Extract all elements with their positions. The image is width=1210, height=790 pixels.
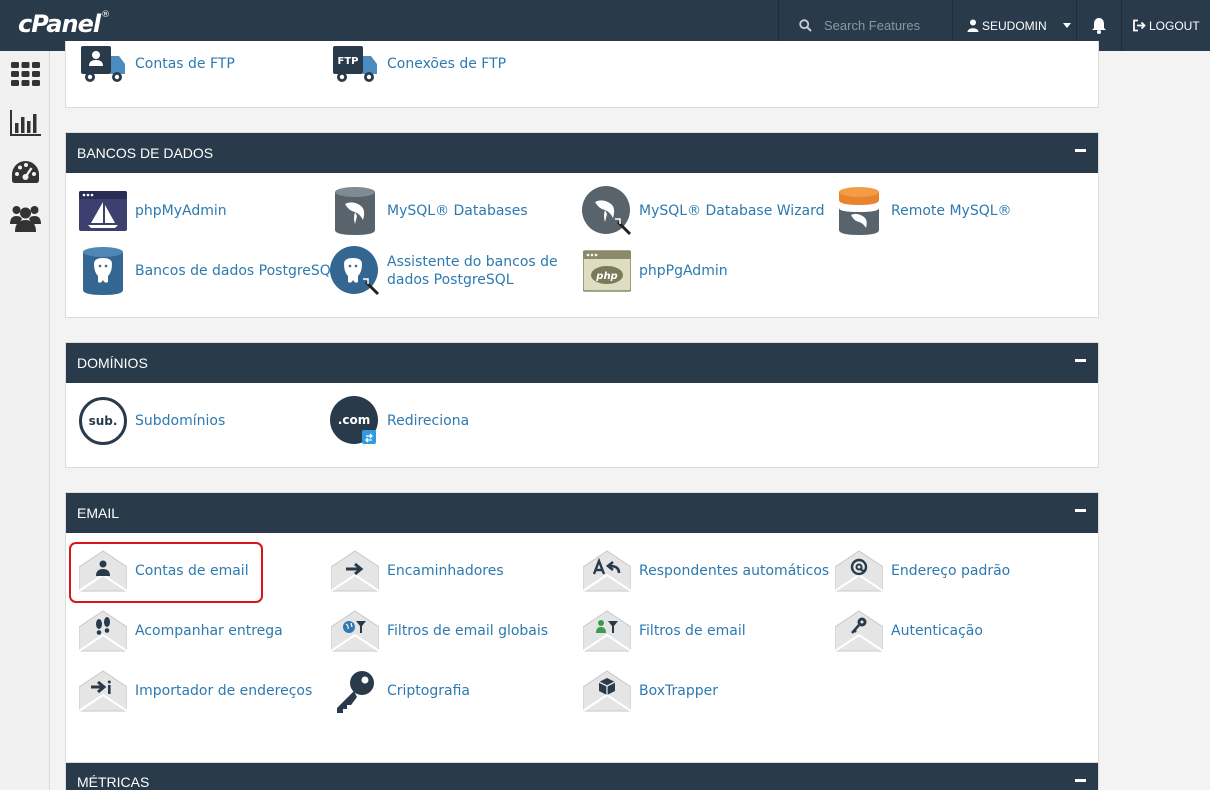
email-filters-icon — [582, 606, 632, 656]
user-icon — [967, 19, 979, 32]
address-importer-icon — [78, 666, 128, 716]
feature-subdomains[interactable]: sub. Subdomínios — [78, 396, 225, 446]
bell-icon — [1092, 18, 1106, 34]
mysql-wizard-icon — [582, 186, 632, 236]
phppgadmin-icon: php — [582, 246, 632, 296]
feature-autoresponders[interactable]: Respondentes automáticos — [582, 546, 829, 596]
cpanel-logo[interactable]: cPanel® — [18, 10, 110, 38]
feature-global-email-filters[interactable]: Filtros de email globais — [330, 606, 548, 656]
feature-phpmyadmin[interactable]: phpMyAdmin — [78, 186, 227, 236]
collapse-icon[interactable] — [1075, 359, 1086, 362]
section-files: Contas de FTP FTP Conexões de FTP — [65, 41, 1099, 108]
svg-text:php: php — [595, 271, 617, 282]
feature-address-importer[interactable]: Importador de endereços — [78, 666, 312, 716]
users-icon — [9, 206, 41, 232]
feature-mysql-databases[interactable]: MySQL® Databases — [330, 186, 528, 236]
authentication-icon — [834, 606, 884, 656]
svg-text:.com: .com — [338, 413, 370, 427]
feature-postgresql-databases[interactable]: Bancos de dados PostgreSQL — [78, 246, 339, 296]
sidebar-dashboard-button[interactable] — [9, 157, 41, 187]
autoresponders-icon — [582, 546, 632, 596]
bar-chart-icon — [9, 110, 41, 136]
search-icon — [799, 19, 812, 32]
email-accounts-icon — [78, 546, 128, 596]
track-delivery-icon — [78, 606, 128, 656]
subdomains-icon: sub. — [78, 396, 128, 446]
feature-default-address[interactable]: Endereço padrão — [834, 546, 1010, 596]
search-input[interactable] — [824, 18, 944, 33]
feature-redirects[interactable]: .com Redireciona — [330, 396, 469, 446]
section-domains: DOMÍNIOS sub. Subdomínios .com Redirecio… — [65, 342, 1099, 468]
sidebar-home-button[interactable] — [9, 59, 41, 89]
speedometer-icon — [11, 161, 39, 183]
default-address-icon — [834, 546, 884, 596]
ftp-accounts-icon — [78, 39, 128, 89]
redirects-icon: .com — [330, 396, 380, 446]
feature-encryption[interactable]: Criptografia — [330, 666, 470, 716]
section-header-email[interactable]: EMAIL — [66, 493, 1098, 533]
key-icon — [330, 666, 380, 716]
feature-ftp-connections[interactable]: FTP Conexões de FTP — [330, 39, 506, 89]
sidebar — [0, 51, 50, 790]
section-header-domains[interactable]: DOMÍNIOS — [66, 343, 1098, 383]
ftp-connections-icon: FTP — [330, 39, 380, 89]
username: SEUDOMIN — [982, 18, 1047, 33]
svg-text:FTP: FTP — [338, 56, 359, 67]
postgresql-databases-icon — [78, 246, 128, 296]
svg-text:sub.: sub. — [89, 414, 118, 428]
global-email-filters-icon — [330, 606, 380, 656]
section-header-databases[interactable]: BANCOS DE DADOS — [66, 133, 1098, 173]
collapse-icon[interactable] — [1075, 779, 1086, 782]
section-metrics: MÉTRICAS — [65, 762, 1099, 790]
collapse-icon[interactable] — [1075, 509, 1086, 512]
collapse-icon[interactable] — [1075, 149, 1086, 152]
sidebar-statistics-button[interactable] — [9, 108, 41, 138]
feature-authentication[interactable]: Autenticação — [834, 606, 983, 656]
feature-remote-mysql[interactable]: Remote MySQL® — [834, 186, 1012, 236]
feature-email-accounts[interactable]: Contas de email — [78, 546, 249, 596]
feature-track-delivery[interactable]: Acompanhar entrega — [78, 606, 283, 656]
feature-ftp-accounts[interactable]: Contas de FTP — [78, 39, 235, 89]
mysql-databases-icon — [330, 186, 380, 236]
phpmyadmin-icon — [78, 186, 128, 236]
postgresql-wizard-icon — [330, 246, 380, 296]
feature-mysql-wizard[interactable]: MySQL® Database Wizard — [582, 186, 825, 236]
logout-icon — [1133, 19, 1146, 32]
section-databases: BANCOS DE DADOS phpMyAdmin MySQL® Databa… — [65, 132, 1099, 318]
feature-postgresql-wizard[interactable]: Assistente do bancos de dados PostgreSQL — [330, 246, 567, 296]
section-header-metrics[interactable]: MÉTRICAS — [66, 763, 1098, 790]
grid-icon — [10, 62, 40, 86]
forwarders-icon — [330, 546, 380, 596]
sidebar-users-button[interactable] — [9, 203, 41, 233]
feature-boxtrapper[interactable]: BoxTrapper — [582, 666, 718, 716]
feature-forwarders[interactable]: Encaminhadores — [330, 546, 504, 596]
logout-button[interactable]: LOGOUT — [1122, 0, 1210, 51]
feature-email-filters[interactable]: Filtros de email — [582, 606, 746, 656]
boxtrapper-icon — [582, 666, 632, 716]
remote-mysql-icon — [834, 186, 884, 236]
section-email: EMAIL Contas de email Encaminhadores Res… — [65, 492, 1099, 789]
chevron-down-icon — [1062, 23, 1071, 28]
feature-phppgadmin[interactable]: php phpPgAdmin — [582, 246, 728, 296]
